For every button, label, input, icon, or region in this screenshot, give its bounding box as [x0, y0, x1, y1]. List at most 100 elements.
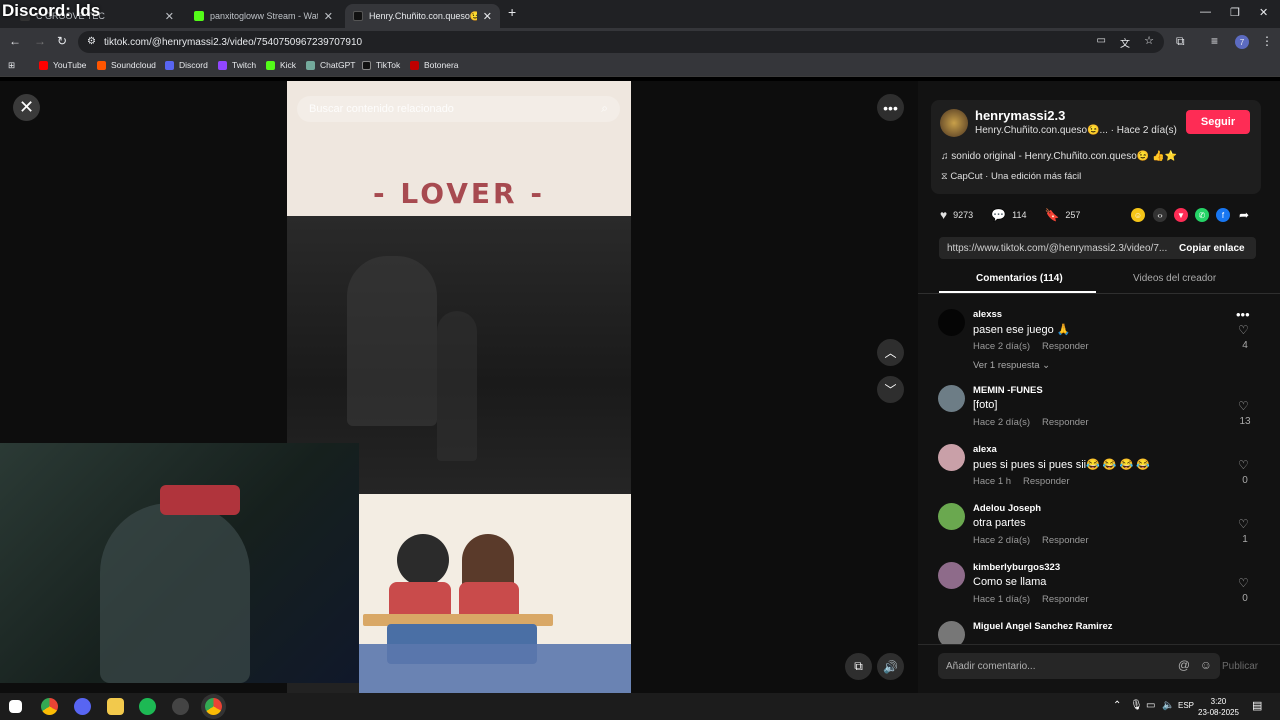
bookmark-botonera[interactable]: Botonera [410, 60, 459, 70]
file-explorer-icon[interactable] [107, 698, 124, 715]
embed-icon[interactable]: ‹› [1153, 208, 1167, 222]
copy-link-button[interactable]: Copiar enlace [1173, 243, 1245, 254]
comment-avatar[interactable] [938, 444, 965, 471]
comment-like-icon[interactable]: ♡ [1238, 399, 1249, 413]
reply-button[interactable]: Responder [1042, 594, 1088, 605]
notifications-icon[interactable]: ▤ [1252, 699, 1262, 712]
reply-button[interactable]: Responder [1023, 476, 1069, 487]
bookmark-chatgpt[interactable]: ChatGPT [306, 60, 355, 70]
share-arrow-icon[interactable]: ➦ [1237, 208, 1251, 222]
bookmark-discord[interactable]: Discord [165, 60, 208, 70]
mention-icon[interactable]: @ [1178, 658, 1190, 672]
bookmark-kick[interactable]: Kick [266, 60, 296, 70]
comment-avatar[interactable] [938, 503, 965, 530]
tab-kick-stream[interactable]: panxitogloww Stream - Watch ✕ [186, 4, 341, 28]
obs-icon[interactable] [172, 698, 189, 715]
comment-button[interactable]: 💬 114 [991, 208, 1026, 222]
tray-chevron-icon[interactable]: ⌃ [1113, 700, 1121, 711]
new-tab-icon[interactable]: + [508, 4, 516, 20]
windows-start-icon[interactable] [9, 700, 22, 713]
comment-like-icon[interactable]: ♡ [1238, 517, 1249, 531]
language-indicator[interactable]: ESP [1178, 701, 1194, 710]
save-button[interactable]: 🔖 257 [1044, 208, 1080, 222]
floating-player-button[interactable]: ⧉ [845, 653, 872, 680]
bookmark-tiktok[interactable]: TikTok [362, 60, 400, 70]
discord-taskbar-icon[interactable] [74, 698, 91, 715]
tab-tiktok[interactable]: Henry.Chuñito.con.queso😉 ✕ [345, 4, 500, 28]
emoji-icon[interactable]: ☺ [1200, 658, 1212, 672]
previous-video-button[interactable]: ︿ [877, 339, 904, 366]
profile-avatar[interactable]: 7 [1235, 35, 1249, 49]
sound-link[interactable]: ♫ sonido original - Henry.Chuñito.con.qu… [941, 151, 1177, 162]
microphone-icon[interactable]: 🎙 [1130, 700, 1143, 711]
close-window-icon[interactable]: ✕ [1259, 6, 1268, 19]
reply-button[interactable]: Responder [1042, 417, 1088, 428]
send-icon[interactable]: ▼ [1174, 208, 1188, 222]
comment-avatar[interactable] [938, 562, 965, 589]
restore-icon[interactable]: ❐ [1230, 6, 1240, 19]
bookmark-star-icon[interactable]: ☆ [1144, 34, 1154, 47]
close-video-button[interactable]: ✕ [13, 94, 40, 121]
reply-button[interactable]: Responder [1042, 341, 1088, 352]
network-icon[interactable]: ▭ [1146, 700, 1155, 711]
menu-kebab-icon[interactable]: ⋮ [1261, 34, 1273, 48]
media-control-icon[interactable]: ≡ [1211, 34, 1218, 48]
reply-button[interactable]: Responder [1042, 535, 1088, 546]
translate-icon[interactable]: 文 [1120, 35, 1130, 50]
comment-username[interactable]: MEMIN -FUNES [973, 385, 1043, 396]
volume-tray-icon[interactable]: 🔈 [1162, 700, 1174, 711]
comment-like-icon[interactable]: ♡ [1238, 458, 1249, 472]
more-options-button[interactable]: ••• [877, 94, 904, 121]
chrome-active-icon[interactable] [205, 698, 222, 715]
close-tab-icon[interactable]: ✕ [165, 10, 174, 23]
creator-username[interactable]: henrymassi2.3 [975, 108, 1065, 123]
spotify-icon[interactable] [139, 698, 156, 715]
chrome-icon[interactable] [41, 698, 58, 715]
bookmark-youtube[interactable]: YouTube [39, 60, 86, 70]
video-link-text[interactable]: https://www.tiktok.com/@henrymassi2.3/vi… [947, 243, 1173, 254]
close-tab-icon[interactable]: ✕ [483, 10, 492, 23]
comment-username[interactable]: alexss [973, 309, 1002, 320]
publish-button[interactable]: Publicar [1222, 661, 1258, 672]
bookmark-twitch[interactable]: Twitch [218, 60, 256, 70]
reload-icon[interactable]: ↻ [57, 34, 67, 48]
comment-avatar[interactable] [938, 309, 965, 336]
tab-creator-videos[interactable]: Videos del creador [1133, 273, 1216, 284]
minimize-icon[interactable]: — [1200, 6, 1211, 18]
comment-avatar[interactable] [938, 621, 965, 644]
close-tab-icon[interactable]: ✕ [324, 10, 333, 23]
comment-like-icon[interactable]: ♡ [1238, 576, 1249, 590]
comment-like-icon[interactable]: ♡ [1238, 323, 1249, 337]
follow-button[interactable]: Seguir [1186, 110, 1250, 134]
comment-username[interactable]: Adelou Joseph [973, 503, 1041, 514]
whatsapp-icon[interactable]: ✆ [1195, 208, 1209, 222]
site-info-icon[interactable]: ⚙ [87, 36, 96, 47]
comment-input[interactable]: Añadir comentario... @ ☺ [938, 653, 1220, 679]
comment-username[interactable]: Miguel Angel Sanchez Ramirez [973, 621, 1113, 632]
friends-share-icon[interactable]: ☺ [1131, 208, 1145, 222]
view-replies-button[interactable]: Ver 1 respuesta ⌄ [973, 360, 1050, 371]
creator-avatar[interactable] [940, 109, 968, 137]
comment-username[interactable]: kimberlyburgos323 [973, 562, 1060, 573]
related-search-input[interactable]: Buscar contenido relacionado ⌕ [297, 96, 620, 122]
extensions-icon[interactable]: ⧉ [1176, 34, 1185, 49]
system-clock[interactable]: 3:20 23-08-2025 [1198, 696, 1239, 718]
back-icon[interactable]: ← [9, 34, 21, 48]
capcut-link[interactable]: ⧖ CapCut · Una edición más fácil [941, 171, 1081, 182]
comment-avatar[interactable] [938, 385, 965, 412]
apps-grid-icon[interactable]: ⊞ [8, 60, 15, 71]
facebook-icon[interactable]: f [1216, 208, 1230, 222]
next-video-button[interactable]: ﹀ [877, 376, 904, 403]
address-bar[interactable]: ⚙ tiktok.com/@henrymassi2.3/video/754075… [78, 31, 1164, 53]
search-placeholder: Buscar contenido relacionado [309, 103, 454, 115]
clock-date: 23-08-2025 [1198, 708, 1239, 717]
bookmark-soundcloud[interactable]: Soundcloud [97, 60, 156, 70]
volume-button[interactable]: 🔊 [877, 653, 904, 680]
search-icon[interactable]: ⌕ [601, 101, 608, 116]
cast-icon[interactable]: ▭ [1097, 35, 1106, 46]
comment-username[interactable]: alexa [973, 444, 997, 455]
like-button[interactable]: ♥ 9273 [940, 208, 973, 222]
tab-comments[interactable]: Comentarios (114) [976, 273, 1063, 284]
comment-composer: Añadir comentario... @ ☺ Publicar [918, 644, 1280, 693]
forward-icon[interactable]: → [34, 34, 46, 48]
